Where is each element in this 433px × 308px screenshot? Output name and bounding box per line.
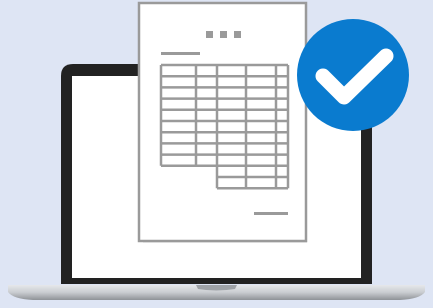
illustration: [0, 0, 433, 308]
illustration-canvas: [8, 1, 425, 300]
document-footer-line: [254, 212, 288, 215]
document-icon: [137, 1, 308, 243]
checkmark-badge-icon: [297, 19, 409, 131]
document-dots: [206, 31, 241, 38]
badge-circle: [297, 19, 409, 131]
document-heading-line: [161, 52, 200, 55]
